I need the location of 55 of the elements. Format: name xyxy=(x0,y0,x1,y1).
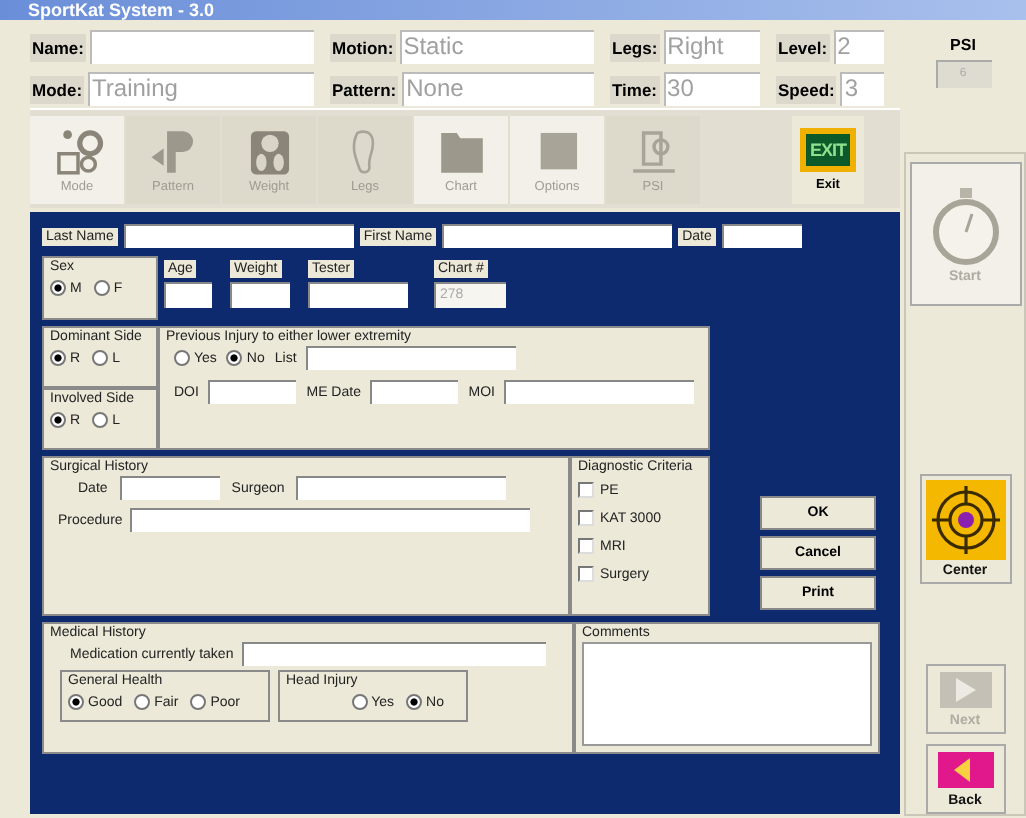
exit-sign: EXIT xyxy=(799,128,856,172)
radio-button[interactable] xyxy=(68,694,84,710)
field-label: PSI xyxy=(950,36,976,54)
input-field[interactable] xyxy=(308,282,408,308)
radio-button[interactable] xyxy=(50,350,66,366)
radio-button[interactable] xyxy=(406,694,423,710)
gauge-icon xyxy=(627,126,679,178)
input-field[interactable] xyxy=(296,476,507,500)
input-field[interactable] xyxy=(119,476,220,500)
input-field[interactable] xyxy=(130,508,531,532)
radio-button[interactable] xyxy=(134,694,151,710)
input-field[interactable] xyxy=(442,224,673,248)
input-field[interactable] xyxy=(241,642,546,666)
target-icon xyxy=(925,480,1005,560)
input-field[interactable] xyxy=(123,224,354,248)
input-field[interactable] xyxy=(504,380,694,404)
field-label: Speed: xyxy=(776,75,837,103)
field-label: Mode: xyxy=(30,75,85,103)
checkbox[interactable] xyxy=(578,482,594,498)
field-label: Motion: xyxy=(330,33,396,61)
input-field[interactable] xyxy=(89,30,314,64)
input-field[interactable] xyxy=(230,282,290,308)
window-title: SportKat System - 3.0 xyxy=(28,0,215,20)
comments-field[interactable] xyxy=(582,642,872,746)
input-field[interactable]: 3 xyxy=(840,72,884,106)
input-field[interactable]: Right xyxy=(663,30,760,64)
input-field[interactable]: 30 xyxy=(663,72,760,106)
radio-button[interactable] xyxy=(174,350,190,366)
radio-button[interactable] xyxy=(351,694,368,710)
radio-button[interactable] xyxy=(190,694,207,710)
checkbox[interactable] xyxy=(578,510,594,526)
radio-button[interactable] xyxy=(50,412,66,428)
radio-button[interactable] xyxy=(92,350,109,366)
p-arrow-icon xyxy=(147,126,199,178)
field-label: Pattern: xyxy=(330,75,399,103)
field-label: Legs: xyxy=(610,33,660,61)
radio-button[interactable] xyxy=(93,280,110,296)
input-field[interactable]: 2 xyxy=(833,30,884,64)
input-field[interactable] xyxy=(306,346,517,370)
input-field[interactable]: None xyxy=(402,72,594,106)
input-field[interactable] xyxy=(164,282,212,308)
input-field[interactable] xyxy=(370,380,459,404)
input-field[interactable]: Static xyxy=(399,30,594,64)
input-field[interactable]: Training xyxy=(88,72,314,106)
radio-button[interactable] xyxy=(226,350,243,366)
field-label: Level: xyxy=(776,33,830,61)
radio-button[interactable] xyxy=(50,280,66,296)
checkbox[interactable] xyxy=(578,566,594,582)
input-field[interactable] xyxy=(721,224,802,248)
checkbox[interactable] xyxy=(578,538,594,554)
field-label: Time: xyxy=(610,75,660,103)
figure-grid-icon xyxy=(51,126,103,178)
input-field[interactable] xyxy=(208,380,297,404)
field-label: Name: xyxy=(30,33,86,61)
radio-button[interactable] xyxy=(92,412,109,428)
